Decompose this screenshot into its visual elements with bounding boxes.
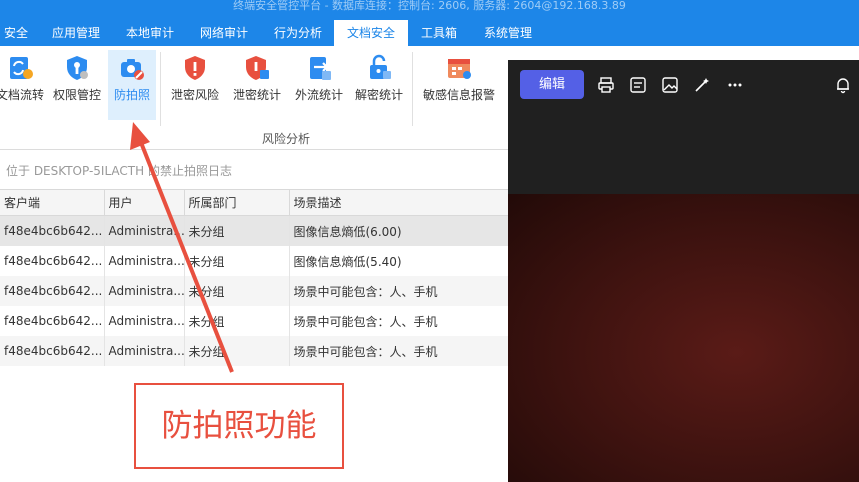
- menu-system-management[interactable]: 系统管理: [472, 20, 544, 46]
- cell-client: f48e4bc6b642...: [0, 215, 105, 246]
- log-location-text: 位于 DESKTOP-5ILACTH 的禁止拍照日志: [6, 164, 232, 178]
- ribbon-label: 敏感信息报警: [422, 88, 495, 102]
- ribbon-label: 外流统计: [294, 88, 343, 102]
- ribbon-outflow-stats-button[interactable]: 外流统计: [290, 50, 348, 120]
- ribbon-decrypt-stats-button[interactable]: 解密统计: [350, 50, 408, 120]
- cell-user: Administra...: [104, 336, 185, 366]
- table-row[interactable]: f48e4bc6b642... Administra... 未分组 场景中可能包…: [0, 306, 509, 336]
- window-title: 终端安全管控平台 - 数据库连接：控制台: 2606, 服务器: 2604@19…: [0, 0, 859, 20]
- ribbon-label: 文档流转: [0, 88, 44, 102]
- cell-department: 未分组: [184, 276, 290, 306]
- column-header-department[interactable]: 所属部门: [184, 189, 290, 216]
- menu-document-security[interactable]: 文档安全: [334, 20, 408, 46]
- menu-bar: 安全 应用管理 本地审计 网络审计 行为分析 文档安全 工具箱 系统管理: [0, 20, 859, 46]
- leak-stats-shield-icon: [246, 56, 269, 80]
- table-row[interactable]: f48e4bc6b642... Administra... 未分组 场景中可能包…: [0, 276, 509, 306]
- notification-bell-icon[interactable]: [834, 76, 852, 94]
- table-row[interactable]: f48e4bc6b642... Administra... 未分组 图像信息熵低…: [0, 215, 509, 246]
- ribbon-leak-stats-button[interactable]: 泄密统计: [228, 50, 286, 120]
- column-header-client[interactable]: 客户端: [0, 189, 105, 216]
- image-edit-icon[interactable]: [661, 76, 679, 94]
- permission-shield-icon: [67, 56, 88, 80]
- edit-button[interactable]: 编辑: [520, 70, 584, 99]
- table-row[interactable]: f48e4bc6b642... Administra... 未分组 场景中可能包…: [0, 336, 509, 366]
- ribbon-label: 权限管控: [52, 88, 101, 102]
- ribbon-separator: [160, 52, 161, 126]
- menu-local-audit[interactable]: 本地审计: [114, 20, 186, 46]
- ribbon-document-flow-button[interactable]: 文档流转: [0, 50, 46, 120]
- cell-scene: 图像信息熵低(6.00): [289, 215, 509, 246]
- decrypt-stats-icon: [370, 54, 391, 79]
- ribbon-sensitive-alarm-button[interactable]: 敏感信息报警: [418, 50, 500, 120]
- cell-department: 未分组: [184, 246, 290, 276]
- ribbon-anti-photo-button[interactable]: 防拍照: [108, 50, 156, 120]
- sensitive-alarm-icon: [448, 59, 471, 79]
- table-row[interactable]: f48e4bc6b642... Administra... 未分组 图像信息熵低…: [0, 246, 509, 276]
- captured-photo-preview: [508, 194, 859, 482]
- cell-user: Administra...: [104, 276, 185, 306]
- cell-user: Administra...: [104, 246, 185, 276]
- details-icon[interactable]: [629, 76, 647, 94]
- ribbon-group-label: 风险分析: [262, 132, 311, 146]
- column-header-scene[interactable]: 场景描述: [289, 189, 509, 216]
- more-icon[interactable]: [726, 76, 744, 94]
- ribbon-label: 防拍照: [113, 88, 150, 102]
- cell-scene: 图像信息熵低(5.40): [289, 246, 509, 276]
- document-flow-icon: [10, 57, 33, 79]
- cell-scene: 场景中可能包含：人、手机: [289, 336, 509, 366]
- ribbon-leak-risk-button[interactable]: 泄密风险: [166, 50, 224, 120]
- table-header-row: 客户端 用户 所属部门 场景描述: [0, 189, 509, 216]
- cell-department: 未分组: [184, 336, 290, 366]
- magic-pen-icon[interactable]: [693, 76, 711, 94]
- cell-client: f48e4bc6b642...: [0, 336, 105, 366]
- cell-client: f48e4bc6b642...: [0, 276, 105, 306]
- cell-department: 未分组: [184, 215, 290, 246]
- menu-toolbox[interactable]: 工具箱: [412, 20, 466, 46]
- ribbon-separator: [412, 52, 413, 126]
- cell-client: f48e4bc6b642...: [0, 246, 105, 276]
- camera-block-icon: [121, 59, 144, 80]
- cell-scene: 场景中可能包含：人、手机: [289, 276, 509, 306]
- cell-department: 未分组: [184, 306, 290, 336]
- cell-scene: 场景中可能包含：人、手机: [289, 306, 509, 336]
- menu-behavior-analysis[interactable]: 行为分析: [262, 20, 334, 46]
- annotation-callout: 防拍照功能: [134, 383, 344, 469]
- ribbon-label: 泄密风险: [170, 88, 219, 102]
- print-icon[interactable]: [597, 76, 615, 94]
- leak-risk-shield-icon: [185, 56, 205, 80]
- outflow-stats-icon: [310, 57, 331, 80]
- ribbon-label: 泄密统计: [232, 88, 281, 102]
- ribbon-toolbar: 文档流转 权限管控 防拍照 泄密风险 泄密统计 外流统计 解密统计 敏感信息报警…: [0, 46, 508, 150]
- ribbon-permission-control-button[interactable]: 权限管控: [50, 50, 104, 120]
- menu-network-audit[interactable]: 网络审计: [188, 20, 260, 46]
- menu-app-management[interactable]: 应用管理: [40, 20, 112, 46]
- cell-user: Administra...: [104, 306, 185, 336]
- ribbon-label: 解密统计: [354, 88, 403, 102]
- menu-security[interactable]: 安全: [0, 20, 32, 46]
- photo-block-log-table: 客户端 用户 所属部门 场景描述 f48e4bc6b642... Adminis…: [0, 189, 509, 366]
- column-header-user[interactable]: 用户: [104, 189, 185, 216]
- cell-client: f48e4bc6b642...: [0, 306, 105, 336]
- cell-user: Administra...: [104, 215, 185, 246]
